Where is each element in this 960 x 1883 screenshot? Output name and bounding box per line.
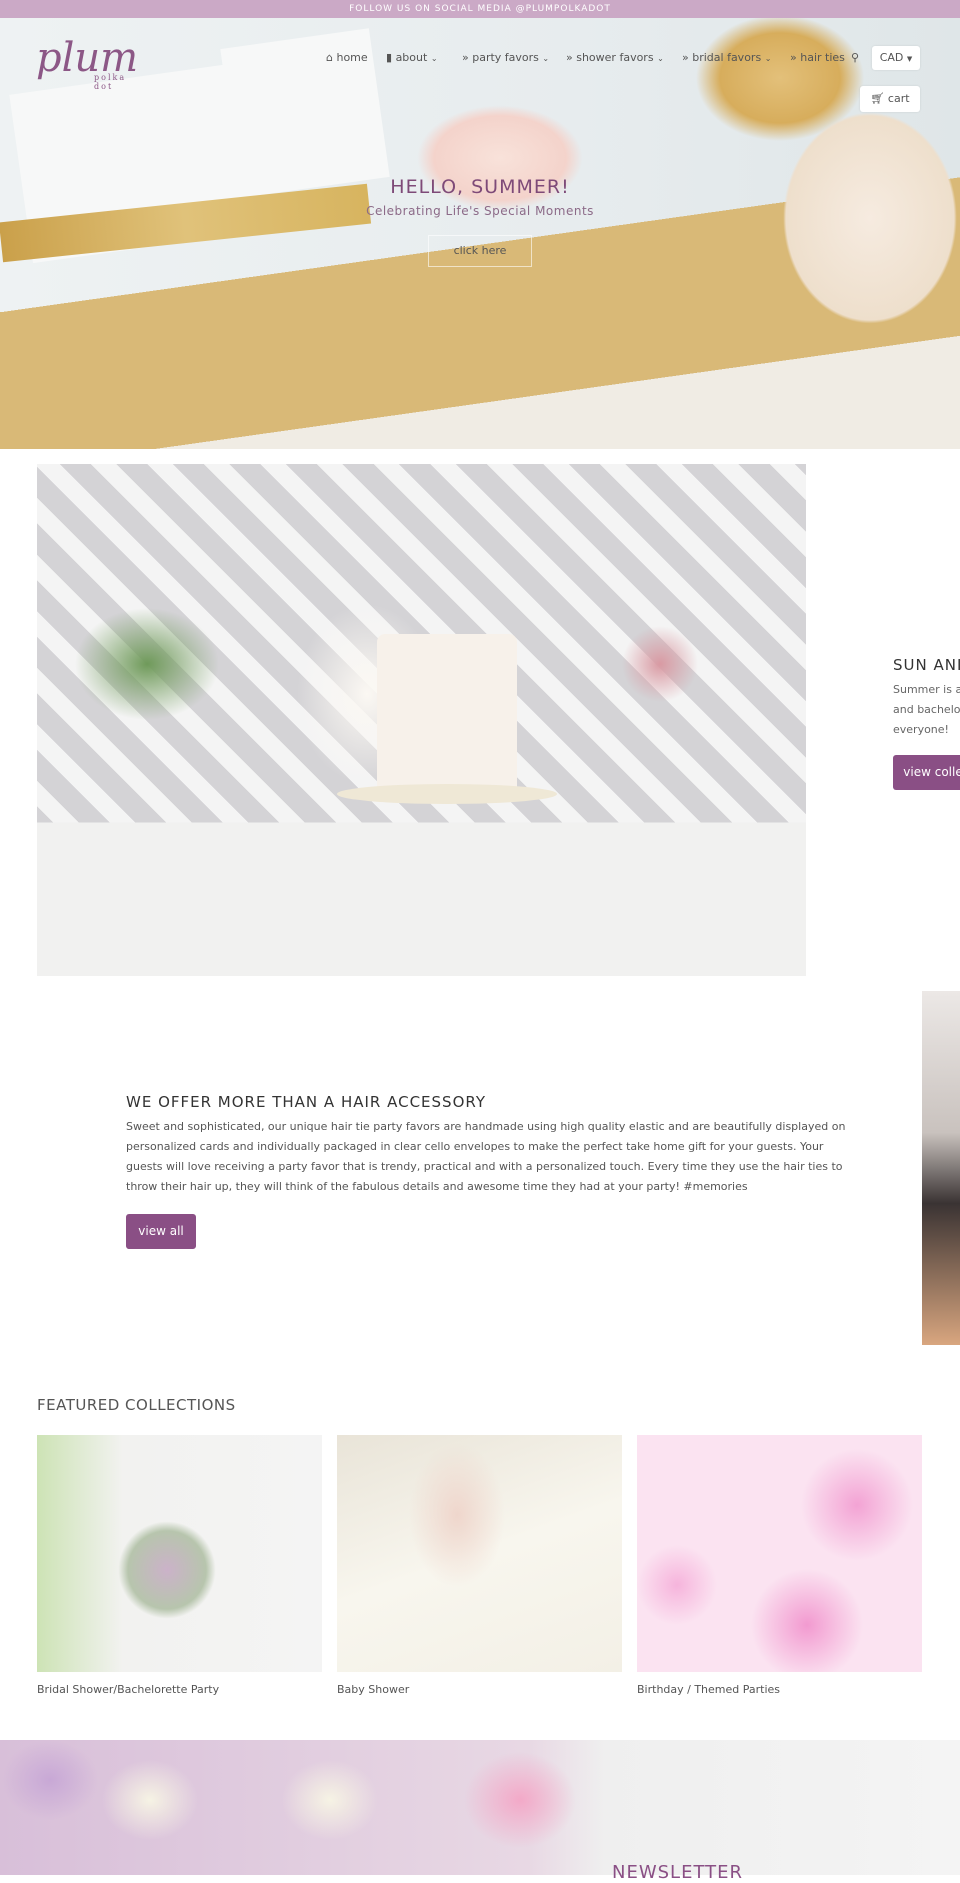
slide-title: SUN ANI: [893, 656, 960, 674]
nav-shower-favors[interactable]: » shower favors ⌄: [566, 51, 664, 64]
slide-text-line: everyone!: [893, 723, 949, 736]
nav-hair-ties[interactable]: » hair ties: [790, 51, 845, 64]
hero-title: HELLO, SUMMER!: [390, 176, 570, 198]
chevron-down-icon: ⌄: [542, 54, 550, 63]
cart-icon: 🛒︎: [870, 92, 885, 105]
bookmark-icon: ▮: [386, 51, 393, 64]
slide-text-line: Summer is a: [893, 683, 960, 696]
double-chevron-icon: »: [790, 51, 797, 64]
announcement-bar: FOLLOW US ON SOCIAL MEDIA @PLUMPOLKADOT: [0, 0, 960, 18]
about-title: WE OFFER MORE THAN A HAIR ACCESSORY: [126, 1093, 486, 1111]
nav-label: bridal favors: [692, 51, 762, 64]
nav-label: shower favors: [576, 51, 654, 64]
newsletter-title: NEWSLETTER: [612, 1862, 744, 1883]
nav-label: home: [336, 51, 368, 64]
cake-stand-image: [337, 784, 557, 804]
nav-bridal-favors[interactable]: » bridal favors ⌄: [682, 51, 771, 64]
currency-value: CAD: [879, 51, 904, 64]
featured-collections-title: FEATURED COLLECTIONS: [37, 1396, 236, 1414]
cart-button[interactable]: 🛒︎ cart: [860, 86, 920, 112]
nav-label: about: [395, 51, 428, 64]
hero-subtitle: Celebrating Life's Special Moments: [366, 204, 594, 218]
chevron-down-icon: ⌄: [764, 54, 772, 63]
nav-label: hair ties: [800, 51, 845, 64]
collection-link-baby[interactable]: Baby Shower: [337, 1683, 409, 1696]
double-chevron-icon: »: [682, 51, 689, 64]
hero-banner: [0, 18, 960, 449]
collection-image-bridal[interactable]: [37, 1435, 322, 1672]
nav-party-favors[interactable]: » party favors ⌄: [462, 51, 549, 64]
hero-cta-button[interactable]: click here: [428, 235, 532, 267]
cake-image: [377, 634, 517, 794]
chevron-down-icon: ⌄: [430, 54, 438, 63]
chevron-down-icon: ⌄: [657, 54, 664, 63]
collection-image-birthday[interactable]: [637, 1435, 922, 1672]
nav-about[interactable]: ▮ about ⌄: [386, 51, 438, 64]
view-collection-button[interactable]: view colle: [893, 755, 960, 790]
cart-label: cart: [887, 92, 910, 105]
logo[interactable]: plum polka dot: [36, 35, 138, 91]
search-icon[interactable]: ⚲: [851, 51, 859, 64]
double-chevron-icon: »: [462, 51, 469, 64]
slideshow-image-2: [922, 991, 960, 1345]
about-text: Sweet and sophisticated, our unique hair…: [126, 1120, 846, 1193]
slide-text-line: and bachelo: [893, 703, 960, 716]
slideshow-image: [37, 464, 806, 976]
caret-down-icon: ▼: [906, 55, 913, 63]
nav-home[interactable]: ⌂ home: [326, 51, 368, 64]
double-chevron-icon: »: [566, 51, 573, 64]
logo-subtext: polka dot: [94, 73, 127, 91]
collection-link-birthday[interactable]: Birthday / Themed Parties: [637, 1683, 780, 1696]
home-icon: ⌂: [326, 51, 333, 64]
newsletter-banner: [0, 1740, 960, 1875]
collection-link-bridal[interactable]: Bridal Shower/Bachelorette Party: [37, 1683, 219, 1696]
currency-select[interactable]: CAD ▼: [872, 46, 920, 70]
slide-text: Summer is a and bachelo everyone!: [893, 680, 960, 740]
collection-image-baby[interactable]: [337, 1435, 622, 1672]
view-all-button[interactable]: view all: [126, 1214, 196, 1249]
nav-label: party favors: [472, 51, 539, 64]
